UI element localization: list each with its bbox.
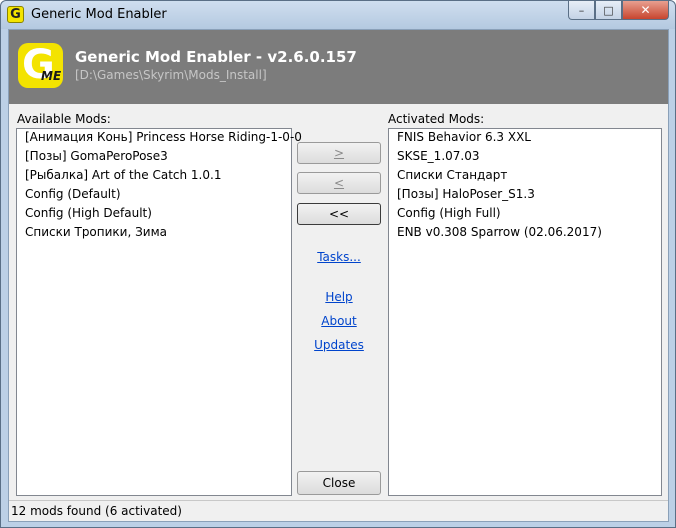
app-window: G Generic Mod Enabler – □ ✕ G ME Generic… <box>0 0 676 528</box>
title-bar[interactable]: G Generic Mod Enabler – □ ✕ <box>1 1 675 29</box>
list-item[interactable]: Config (High Default) <box>17 206 291 225</box>
client-area: G ME Generic Mod Enabler - v2.6.0.157 [D… <box>8 29 669 522</box>
list-item[interactable]: [Позы] GomaPeroPose3 <box>17 149 291 168</box>
available-mods-label: Available Mods: <box>17 112 111 126</box>
list-item[interactable]: ENB v0.308 Sparrow (02.06.2017) <box>389 225 661 244</box>
list-item[interactable]: [Позы] HaloPoser_S1.3 <box>389 187 661 206</box>
help-link[interactable]: Help <box>297 290 381 304</box>
list-item[interactable]: [Анимация Конь] Princess Horse Riding-1-… <box>17 130 302 149</box>
app-header: G ME Generic Mod Enabler - v2.6.0.157 [D… <box>9 30 668 104</box>
list-item[interactable]: Config (High Full) <box>389 206 661 225</box>
activate-mod-button[interactable]: > <box>297 142 381 164</box>
maximize-button[interactable]: □ <box>595 1 622 20</box>
logo-sub: ME <box>41 69 62 83</box>
window-title: Generic Mod Enabler <box>31 7 167 22</box>
gme-logo: G ME <box>18 43 63 88</box>
status-bar: 12 mods found (6 activated) <box>9 500 668 521</box>
status-text: 12 mods found (6 activated) <box>11 504 182 518</box>
list-item[interactable]: SKSE_1.07.03 <box>389 149 661 168</box>
minimize-button[interactable]: – <box>568 1 595 20</box>
install-path: [D:\Games\Skyrim\Mods_Install] <box>75 68 267 82</box>
list-item[interactable]: FNIS Behavior 6.3 XXL <box>389 130 661 149</box>
app-title: Generic Mod Enabler - v2.6.0.157 <box>75 48 357 66</box>
about-link[interactable]: About <box>297 314 381 328</box>
available-mods-list[interactable]: [Анимация Конь] Princess Horse Riding-1-… <box>16 128 302 496</box>
list-item[interactable]: Списки Стандарт <box>389 168 661 187</box>
updates-link[interactable]: Updates <box>297 338 381 352</box>
close-button[interactable]: Close <box>297 471 381 495</box>
deactivate-mod-button[interactable]: < <box>297 172 381 194</box>
deactivate-all-button[interactable]: << <box>297 203 381 225</box>
activated-mods-list[interactable]: FNIS Behavior 6.3 XXL SKSE_1.07.03 Списк… <box>388 128 662 496</box>
close-window-button[interactable]: ✕ <box>622 1 669 20</box>
list-item[interactable]: Списки Тропики, Зима <box>17 225 291 244</box>
window-controls: – □ ✕ <box>568 1 669 20</box>
tasks-link[interactable]: Tasks... <box>297 250 381 264</box>
list-item[interactable]: [Рыбалка] Art of the Catch 1.0.1 <box>17 168 291 187</box>
activated-mods-label: Activated Mods: <box>388 112 485 126</box>
list-item[interactable]: Config (Default) <box>17 187 291 206</box>
app-icon: G <box>7 6 24 23</box>
